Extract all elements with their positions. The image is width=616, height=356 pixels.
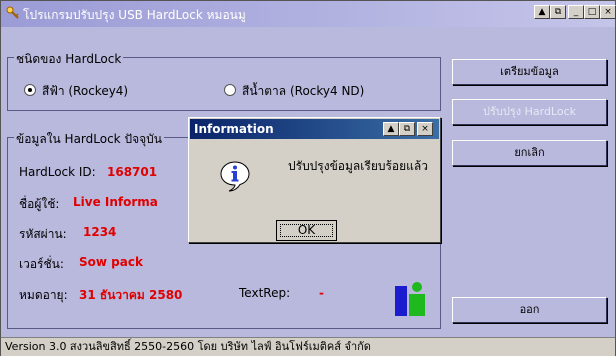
info-icon — [220, 161, 250, 192]
dialog-help-button[interactable]: ▲ — [383, 122, 399, 136]
version-label: เวอร์ชั่น: — [19, 257, 64, 271]
expire-value: 31 ธันวาคม 2580 — [79, 288, 183, 302]
dialog-title: Information — [194, 122, 274, 136]
company-logo-icon — [395, 282, 425, 316]
hardlock-id-value: 168701 — [107, 165, 158, 179]
dialog-restore-button[interactable]: ⧉ — [399, 122, 415, 136]
user-label: ชื่อผู้ใช้: — [19, 197, 60, 211]
hardlock-id-label: HardLock ID: — [19, 165, 96, 179]
textrep-label: TextRep: — [239, 286, 291, 300]
prepare-data-button[interactable]: เตรียมข้อมูล — [452, 59, 607, 85]
cancel-button[interactable]: ยกเลิก — [452, 140, 607, 166]
user-value: Live Informa — [73, 195, 158, 209]
context-help-button[interactable]: ▲ — [534, 5, 550, 19]
version-value: Sow pack — [79, 255, 143, 269]
radio-rocky4nd[interactable] — [224, 84, 236, 96]
exit-button[interactable]: ออก — [452, 297, 607, 323]
information-dialog: Information ▲ ⧉ × ปรับปรุงข้อมูลเรียบร้อ… — [188, 117, 441, 243]
app-key-icon — [6, 6, 19, 19]
update-hardlock-button[interactable]: ปรับปรุง HardLock — [452, 99, 607, 125]
minimize-button[interactable]: _ — [568, 5, 584, 19]
hardlock-type-label: ชนิดของ HardLock — [14, 50, 124, 69]
password-label: รหัสผ่าน: — [19, 227, 67, 241]
radio-rocky4nd-label[interactable]: สีน้ำตาล (Rocky4 ND) — [242, 82, 364, 101]
hardlock-info-label: ข้อมูลใน HardLock ปัจจุบัน — [14, 130, 164, 149]
password-value: 1234 — [83, 225, 117, 239]
dialog-close-button[interactable]: × — [417, 122, 433, 136]
window-title: โปรแกรมปรับปรุง USB HardLock หมอนมู — [23, 8, 246, 22]
main-window: โปรแกรมปรับปรุง USB HardLock หมอนมู ▲ ⧉ … — [0, 0, 616, 356]
dialog-title-bar[interactable]: Information ▲ ⧉ × — [190, 119, 439, 139]
expire-label: หมดอายุ: — [19, 288, 68, 302]
ok-focus-rect — [280, 224, 333, 237]
radio-rockey4-label[interactable]: สีฟ้า (Rockey4) — [42, 82, 128, 101]
maximize-button[interactable]: □ — [584, 5, 600, 19]
textrep-value: - — [319, 286, 324, 300]
radio-rockey4[interactable] — [24, 84, 36, 96]
hardlock-type-group: ชนิดของ HardLock สีฟ้า (Rockey4) สีน้ำตา… — [7, 50, 441, 111]
close-button[interactable]: × — [600, 5, 616, 19]
ok-button[interactable]: OK — [276, 220, 337, 241]
dialog-message: ปรับปรุงข้อมูลเรียบร้อยแล้ว — [288, 159, 428, 173]
title-bar[interactable]: โปรแกรมปรับปรุง USB HardLock หมอนมู ▲ ⧉ … — [1, 1, 616, 27]
status-bar: Version 3.0 สงวนลิขสิทธิ์ 2550-2560 โดย … — [1, 337, 615, 356]
restore-icon-button[interactable]: ⧉ — [550, 5, 566, 19]
